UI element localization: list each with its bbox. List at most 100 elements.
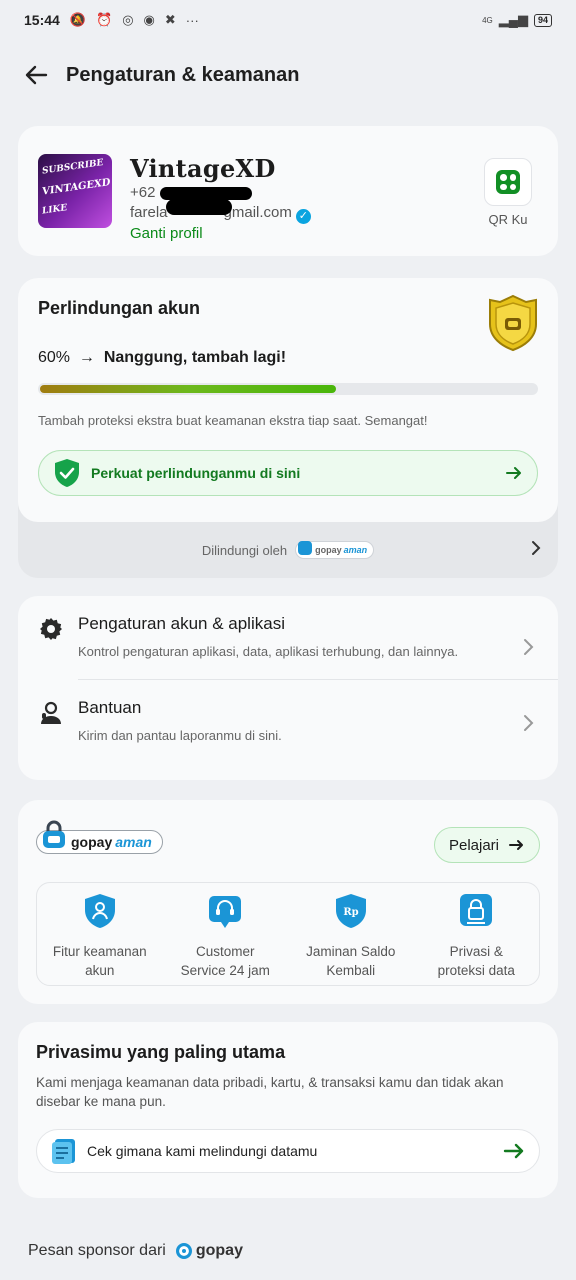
user-shield-icon xyxy=(84,894,115,928)
qr-code-icon xyxy=(496,170,520,194)
support-agent-icon xyxy=(41,701,61,724)
qr-label: QR Ku xyxy=(488,212,528,227)
feature-customer-service: Customer Service 24 jam xyxy=(163,883,289,985)
email-suffix: gmail.com xyxy=(223,204,292,221)
feature-privacy: Privasi & proteksi data xyxy=(414,883,540,985)
settings-item-title: Bantuan xyxy=(78,698,142,717)
app-header: Pengaturan & keamanan xyxy=(24,52,552,98)
protection-percent: 60% xyxy=(38,349,71,366)
strengthen-protection-button[interactable]: Perkuat perlindunganmu di sini xyxy=(38,450,538,496)
headset-icon xyxy=(209,896,242,928)
settings-item-subtitle: Kirim dan pantau laporanmu di sini. xyxy=(78,728,282,743)
network-type: 4G xyxy=(482,15,493,25)
learn-more-label: Pelajari xyxy=(448,836,500,854)
protection-progress-bar xyxy=(38,383,538,395)
gopay-lock-icon xyxy=(43,820,65,848)
qr-button[interactable]: QR Ku xyxy=(478,154,538,256)
rupiah-shield-icon: Rp xyxy=(335,894,366,928)
brand-text: gopay xyxy=(71,834,113,850)
learn-more-button[interactable]: Pelajari xyxy=(434,827,540,863)
email-prefix: farela xyxy=(130,204,168,221)
gopay-aman-logo: gopay aman xyxy=(295,541,375,559)
mute-icon: 🔕 xyxy=(69,12,86,27)
protected-by-label: Dilindungi oleh xyxy=(201,542,288,558)
green-shield-check-icon xyxy=(55,459,79,487)
document-icon xyxy=(52,1139,75,1164)
feature-label-line2: proteksi data xyxy=(437,963,515,978)
profile-name: VintageXD xyxy=(130,154,276,183)
strengthen-protection-label: Perkuat perlindunganmu di sini xyxy=(91,465,301,481)
sponsor-label: Pesan sponsor dari xyxy=(28,1242,166,1259)
gopay-aman-logo: gopay aman xyxy=(36,820,163,860)
avatar-text-1: SUBSCRIBE xyxy=(41,158,105,177)
gopay-logo-icon xyxy=(175,1243,192,1259)
protection-title: Perlindungan akun xyxy=(38,298,201,318)
feature-label-line1: Privasi & xyxy=(449,944,503,959)
status-time: 15:44 xyxy=(24,12,60,28)
avatar: SUBSCRIBE VINTAGEXD LIKE xyxy=(38,154,112,228)
gopay-aman-card: gopay aman Pelajari Fitur keamanan akun Cu… xyxy=(18,800,558,1004)
protection-status-text: Nanggung, tambah lagi! xyxy=(103,349,287,366)
arrow-right-icon: → xyxy=(74,349,100,366)
arrow-right-icon xyxy=(503,1143,524,1159)
settings-item-help[interactable]: Bantuan Kirim dan pantau laporanmu di si… xyxy=(18,680,558,745)
check-data-protection-label: Cek gimana kami melindungi datamu xyxy=(87,1143,318,1159)
gopay-brand: gopay xyxy=(195,1242,243,1259)
gold-shield-badge-icon xyxy=(489,294,537,352)
privacy-card: Privasimu yang paling utama Kami menjaga… xyxy=(18,1022,558,1198)
settings-item-title: Pengaturan akun & aplikasi xyxy=(78,614,285,633)
check-data-protection-button[interactable]: Cek gimana kami melindungi datamu xyxy=(36,1129,540,1173)
protection-status: 60% → Nanggung, tambah lagi! xyxy=(38,349,538,367)
avatar-text-2: VINTAGEXD xyxy=(41,177,112,198)
protection-description: Tambah proteksi ekstra buat keamanan eks… xyxy=(38,413,428,428)
chat-icon: ◉ xyxy=(143,12,155,27)
settings-item-subtitle: Kontrol pengaturan aplikasi, data, aplik… xyxy=(78,644,459,659)
chevron-right-icon xyxy=(524,715,534,731)
feature-label-line1: Customer xyxy=(195,944,255,959)
chevron-right-icon xyxy=(524,639,534,655)
alarm-icon: ⏰ xyxy=(96,12,113,27)
lock-icon xyxy=(460,894,493,926)
gear-icon xyxy=(40,618,62,640)
progress-fill xyxy=(40,385,336,393)
feature-label-line2: Kembali xyxy=(326,963,376,978)
missed-call-icon: ✖ xyxy=(164,12,176,27)
svg-text:Rp: Rp xyxy=(343,907,358,918)
feature-label-line1: Jaminan Saldo xyxy=(306,944,396,959)
settings-card: Pengaturan akun & aplikasi Kontrol penga… xyxy=(18,596,558,780)
more-notifications-icon: ··· xyxy=(185,12,199,28)
protected-by-row[interactable]: Dilindungi oleh gopay aman xyxy=(18,522,558,578)
avatar-text-3: LIKE xyxy=(41,203,68,217)
battery-icon: 94 xyxy=(533,13,552,27)
feature-label-line2: akun xyxy=(85,963,115,978)
gopay-logo: gopay xyxy=(175,1242,243,1260)
profile-card[interactable]: SUBSCRIBE VINTAGEXD LIKE VintageXD +62 f… xyxy=(18,126,558,256)
feature-account-security: Fitur keamanan akun xyxy=(37,883,163,985)
signal-icon: ▂▄▆ xyxy=(498,12,528,27)
whatsapp-icon: ◎ xyxy=(122,12,134,27)
privacy-description: Kami menjaga keamanan data pribadi, kart… xyxy=(36,1075,504,1109)
edit-profile-link[interactable]: Ganti profil xyxy=(130,225,478,242)
brand-text: gopay xyxy=(315,545,342,555)
phone-prefix: +62 xyxy=(130,184,156,201)
feature-label-line1: Fitur keamanan xyxy=(52,944,147,959)
feature-balance-guarantee: Rp Jaminan Saldo Kembali xyxy=(288,883,414,985)
account-protection-card: Perlindungan akun 60% → Nanggung, tambah… xyxy=(18,278,558,578)
chevron-right-icon xyxy=(532,541,541,555)
gopay-lock-icon xyxy=(298,541,313,555)
settings-item-account-app[interactable]: Pengaturan akun & aplikasi Kontrol penga… xyxy=(18,596,558,661)
back-arrow-icon[interactable] xyxy=(24,62,50,88)
arrow-right-icon xyxy=(509,840,524,850)
redaction-mark xyxy=(166,199,232,215)
security-features-panel: Fitur keamanan akun Customer Service 24 ja… xyxy=(36,882,540,986)
status-bar: 15:44 🔕 ⏰ ◎ ◉ ✖ ··· 4G ▂▄▆ 94 xyxy=(0,0,576,40)
privacy-title: Privasimu yang paling utama xyxy=(36,1042,286,1062)
feature-label-line2: Service 24 jam xyxy=(180,963,270,978)
brand-accent-text: aman xyxy=(343,545,368,555)
sponsor-label-row: Pesan sponsor dari gopay xyxy=(28,1242,243,1260)
profile-email: farela gmail.com ✓ xyxy=(130,199,478,224)
brand-accent-text: aman xyxy=(115,834,152,850)
verified-check-icon: ✓ xyxy=(295,209,311,224)
page-title: Pengaturan & keamanan xyxy=(66,63,300,86)
arrow-right-icon xyxy=(506,467,521,479)
